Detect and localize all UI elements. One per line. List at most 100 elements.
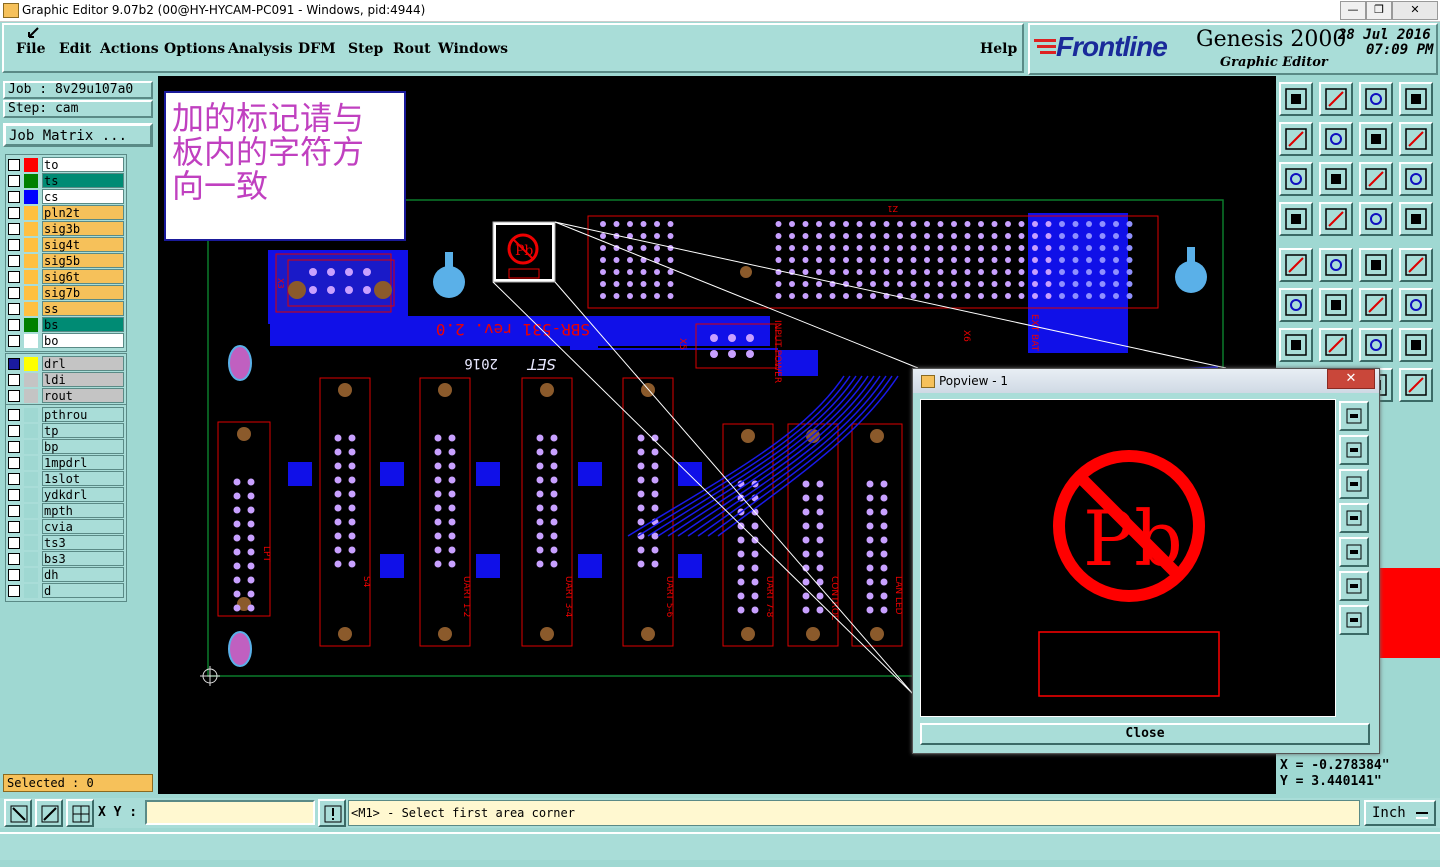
fit-tool-button[interactable] (1279, 162, 1313, 196)
layer-color-swatch[interactable] (24, 222, 38, 236)
layer-checkbox[interactable] (8, 521, 20, 533)
layer-checkbox[interactable] (8, 374, 20, 386)
job-matrix-button[interactable]: Job Matrix ... (3, 123, 153, 147)
layer-row-pln2t[interactable]: pln2t (6, 205, 124, 220)
layer-row-cs[interactable]: cs (6, 189, 124, 204)
restore-button[interactable]: ❐ (1366, 1, 1392, 20)
layer-color-swatch[interactable] (24, 206, 38, 220)
layer-color-swatch[interactable] (24, 190, 38, 204)
layer-color-swatch[interactable] (24, 158, 38, 172)
popview-pan-left-button[interactable] (1339, 503, 1369, 533)
popview-zoom-out-button[interactable] (1339, 469, 1369, 499)
layer-checkbox[interactable] (8, 489, 20, 501)
layer-row-drl[interactable]: drl (6, 356, 124, 371)
step-right-tool-button[interactable] (1319, 122, 1353, 156)
layer-name[interactable]: d (42, 583, 124, 598)
layer-checkbox[interactable] (8, 585, 20, 597)
alert-button[interactable] (318, 799, 346, 827)
flip-tool-button[interactable] (1399, 328, 1433, 362)
menu-options[interactable]: Options (164, 41, 225, 57)
layer-row-ydkdrl[interactable]: ydkdrl (6, 487, 124, 502)
layer-name[interactable]: cs (42, 189, 124, 204)
layer-checkbox[interactable] (8, 239, 20, 251)
layer-row-bo[interactable]: bo (6, 333, 124, 348)
layer-row-sig6t[interactable]: sig6t (6, 269, 124, 284)
layer-row-sig3b[interactable]: sig3b (6, 221, 124, 236)
layer-checkbox[interactable] (8, 505, 20, 517)
layer-checkbox[interactable] (8, 335, 20, 347)
layer-row-ldi[interactable]: ldi (6, 372, 124, 387)
layer-color-swatch[interactable] (24, 286, 38, 300)
layer-name[interactable]: ldi (42, 372, 124, 387)
layer-name[interactable]: mpth (42, 503, 124, 518)
layer-checkbox[interactable] (8, 303, 20, 315)
layer-checkbox[interactable] (8, 409, 20, 421)
layer-checkbox[interactable] (8, 425, 20, 437)
layer-checkbox[interactable] (8, 159, 20, 171)
popview-canvas[interactable]: Pb (920, 399, 1336, 717)
menu-rout[interactable]: Rout (393, 41, 431, 57)
layer-checkbox[interactable] (8, 390, 20, 402)
help-tool-button[interactable] (1399, 162, 1433, 196)
layer-color-swatch[interactable] (24, 302, 38, 316)
menu-analysis[interactable]: Analysis (228, 41, 293, 57)
layer-row-dh[interactable]: dh (6, 567, 124, 582)
layer-color-swatch[interactable] (24, 389, 38, 403)
split-view-tool-button[interactable] (1399, 82, 1433, 116)
layer-row-sig7b[interactable]: sig7b (6, 285, 124, 300)
route-tool-button[interactable] (1399, 368, 1433, 402)
layer-color-swatch[interactable] (24, 440, 38, 454)
layer-row-rout[interactable]: rout (6, 388, 124, 403)
layer-checkbox[interactable] (8, 191, 20, 203)
layer-row-1slot[interactable]: 1slot (6, 471, 124, 486)
layer-color-swatch[interactable] (24, 357, 38, 371)
layer-name[interactable]: pthrou (42, 407, 124, 422)
layer-color-swatch[interactable] (24, 472, 38, 486)
home-tool-button[interactable] (1279, 82, 1313, 116)
layer-color-swatch[interactable] (24, 568, 38, 582)
layer-color-swatch[interactable] (24, 536, 38, 550)
layer-name[interactable]: bp (42, 439, 124, 454)
layer-name[interactable]: to (42, 157, 124, 172)
snap-tool-button[interactable] (1319, 202, 1353, 236)
layer-checkbox[interactable] (8, 457, 20, 469)
menu-file[interactable]: File (16, 41, 45, 57)
menu-edit[interactable]: Edit (59, 41, 91, 57)
connect-tool-button[interactable] (1279, 288, 1313, 322)
cross-net-tool-button[interactable] (1319, 288, 1353, 322)
import-tool-button[interactable] (1319, 82, 1353, 116)
units-dropdown[interactable]: Inch (1364, 800, 1436, 826)
layer-checkbox[interactable] (8, 223, 20, 235)
select-tool-button[interactable] (1279, 248, 1313, 282)
layer-color-swatch[interactable] (24, 504, 38, 518)
layer-color-swatch[interactable] (24, 174, 38, 188)
layer-checkbox[interactable] (8, 441, 20, 453)
layer-name[interactable]: 1slot (42, 471, 124, 486)
layer-row-cvia[interactable]: cvia (6, 519, 124, 534)
mirror-tool-button[interactable] (1399, 122, 1433, 156)
layer-color-swatch[interactable] (24, 552, 38, 566)
layer-row-ss[interactable]: ss (6, 301, 124, 316)
layer-checkbox[interactable] (8, 175, 20, 187)
settings-tool-button[interactable] (1279, 202, 1313, 236)
popview-close-x[interactable]: ✕ (1327, 369, 1375, 389)
layer-name[interactable]: bs (42, 317, 124, 332)
layer-name[interactable]: sig3b (42, 221, 124, 236)
layer-row-d[interactable]: d (6, 583, 124, 598)
layer-name[interactable]: rout (42, 388, 124, 403)
layer-name[interactable]: bs3 (42, 551, 124, 566)
layer-color-swatch[interactable] (24, 318, 38, 332)
layer-checkbox[interactable] (8, 553, 20, 565)
layer-name[interactable]: 1mpdrl (42, 455, 124, 470)
layer-color-swatch[interactable] (24, 373, 38, 387)
grid-button[interactable] (66, 799, 94, 827)
layer-name[interactable]: bo (42, 333, 124, 348)
draw-arc-tool-button[interactable] (1319, 328, 1353, 362)
center-tool-button[interactable] (1319, 162, 1353, 196)
layer-checkbox[interactable] (8, 358, 20, 370)
layer-name[interactable]: ts3 (42, 535, 124, 550)
step-left-tool-button[interactable] (1279, 122, 1313, 156)
layer-row-ts[interactable]: ts (6, 173, 124, 188)
popview-close-button[interactable]: Close (920, 723, 1370, 745)
layer-name[interactable]: sig5b (42, 253, 124, 268)
